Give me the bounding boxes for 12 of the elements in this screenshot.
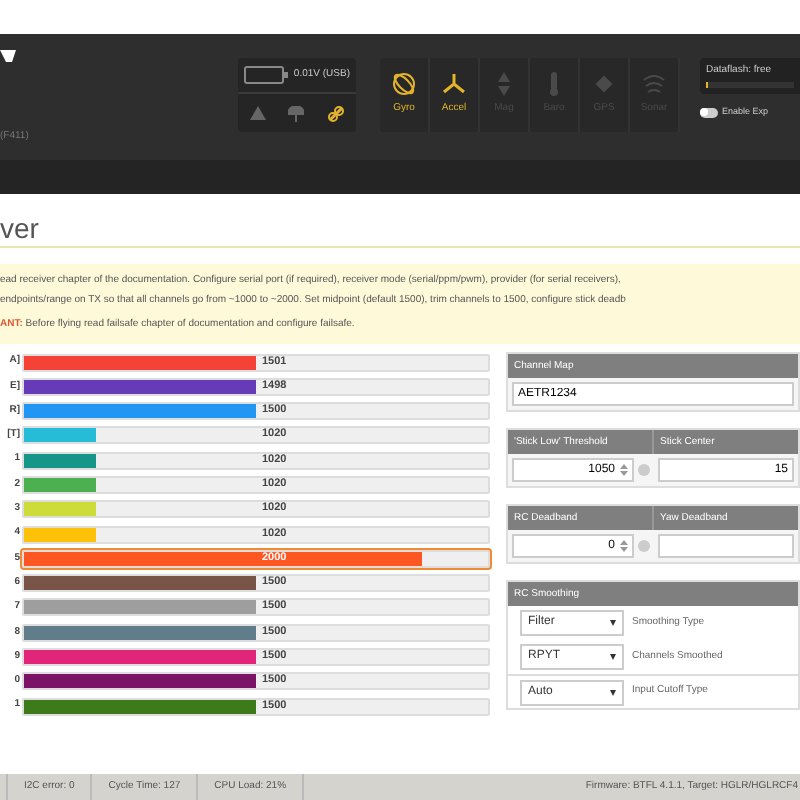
caret-icon	[610, 620, 616, 626]
page-title: ver	[0, 214, 39, 242]
battery-icon	[243, 66, 288, 84]
caret-icon	[610, 689, 616, 695]
help-icon	[637, 464, 649, 476]
spinner-icon	[619, 464, 627, 476]
toggle-switch[interactable]	[700, 107, 718, 118]
logo-icon	[0, 50, 16, 62]
spinner-icon	[619, 540, 627, 552]
caret-icon	[610, 654, 616, 660]
number-field[interactable]	[657, 534, 794, 558]
help-icon	[637, 540, 649, 552]
